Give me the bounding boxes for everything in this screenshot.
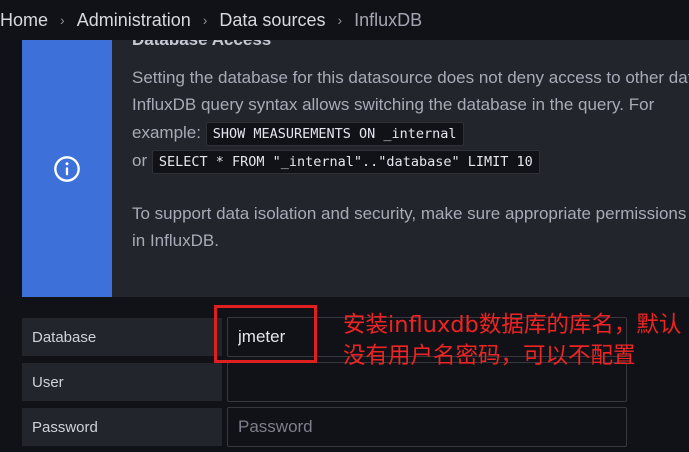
info-line-1: Setting the database for this datasource… bbox=[132, 68, 689, 87]
code-example-select: SELECT * FROM "_internal".."database" LI… bbox=[151, 150, 540, 174]
info-line-4: in InfluxDB. bbox=[132, 231, 219, 250]
breadcrumb-data-sources[interactable]: Data sources bbox=[219, 10, 325, 31]
chevron-right-icon: › bbox=[60, 12, 65, 28]
info-line-2: InfluxDB query syntax allows switching t… bbox=[132, 95, 655, 114]
info-or-row: or SELECT * FROM "_internal".."database"… bbox=[132, 147, 689, 174]
info-example-row: example: SHOW MEASUREMENTS ON _internal bbox=[132, 119, 689, 146]
breadcrumb: Home › Administration › Data sources › I… bbox=[0, 0, 689, 40]
info-alert-strip bbox=[22, 40, 112, 297]
datasource-settings-page: Home › Administration › Data sources › I… bbox=[0, 0, 689, 452]
code-example-show-measurements: SHOW MEASUREMENTS ON _internal bbox=[205, 122, 464, 146]
breadcrumb-current-influxdb: InfluxDB bbox=[354, 9, 423, 30]
info-line-3: To support data isolation and security, … bbox=[132, 204, 689, 223]
user-label: User bbox=[22, 363, 222, 401]
database-access-info-alert: Database Access Setting the database for… bbox=[22, 40, 689, 297]
breadcrumb-administration[interactable]: Administration bbox=[77, 10, 191, 31]
password-input[interactable] bbox=[227, 407, 627, 447]
breadcrumb-home[interactable]: Home bbox=[0, 10, 48, 31]
database-label: Database bbox=[22, 318, 222, 356]
info-alert-content: Database Access Setting the database for… bbox=[112, 40, 689, 297]
example-label: example: bbox=[132, 123, 201, 142]
info-alert-title: Database Access bbox=[132, 40, 271, 53]
chevron-right-icon: › bbox=[337, 12, 343, 28]
annotation-note: 安装influxdb数据库的库名，默认没有用户名密码，可以不配置 bbox=[343, 312, 682, 369]
info-circle-icon bbox=[54, 155, 80, 182]
password-label: Password bbox=[22, 408, 222, 446]
or-label: or bbox=[132, 151, 148, 170]
chevron-right-icon: › bbox=[202, 12, 208, 28]
